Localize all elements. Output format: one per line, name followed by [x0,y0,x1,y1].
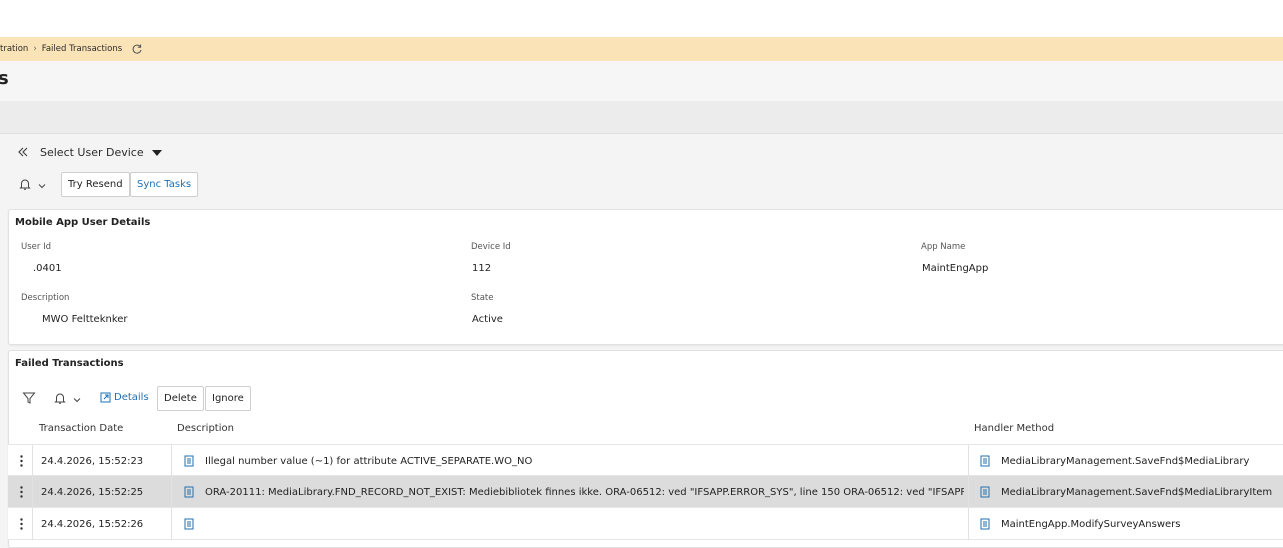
document-icon[interactable] [980,486,990,498]
top-header [0,0,1283,37]
document-icon[interactable] [980,455,990,467]
user-details-card [8,209,1283,345]
column-header-handler[interactable]: Handler Method [974,423,1054,434]
row-handler-text: MediaLibraryManagement.SaveFnd$MediaLibr… [1001,455,1250,467]
row-date: 24.4.2026, 15:52:26 [41,518,144,530]
details-icon [100,392,111,403]
details-label: Details [114,392,149,403]
row-handler: MaintEngApp.ModifySurveyAnswers [980,508,1180,540]
row-handler: MediaLibraryManagement.SaveFnd$MediaLibr… [980,445,1249,477]
user-details-title: Mobile App User Details [15,217,151,228]
row-handler: MediaLibraryManagement.SaveFnd$MediaLibr… [980,476,1272,508]
table-row-selected[interactable]: 24.4.2026, 15:52:25 ORA-20111: MediaLibr… [8,476,1283,508]
kebab-icon[interactable] [20,508,23,540]
refresh-icon[interactable] [131,43,143,55]
bell-icon[interactable] [18,177,32,191]
row-handler-text: MediaLibraryManagement.SaveFnd$MediaLibr… [1001,486,1273,498]
breadcrumb-parent[interactable]: tration [0,44,28,54]
row-description: ORA-20111: MediaLibrary.FND_RECORD_NOT_E… [184,476,964,508]
sync-tasks-button[interactable]: Sync Tasks [130,172,199,197]
device-id-value: 112 [472,263,492,274]
details-button[interactable]: Details [100,392,149,403]
bell-icon[interactable] [53,391,67,405]
description-value: MWO Feltteknker [42,314,128,325]
document-icon[interactable] [184,518,194,530]
row-description [184,508,964,540]
user-id-value: .0401 [33,263,62,274]
device-id-label: Device Id [471,242,511,252]
row-description-text: ORA-20111: MediaLibrary.FND_RECORD_NOT_E… [205,486,964,498]
delete-button[interactable]: Delete [157,386,204,411]
app-name-label: App Name [921,242,966,252]
user-id-label: User Id [21,242,51,252]
breadcrumb-separator-icon: › [33,44,37,54]
chevron-down-icon[interactable] [73,396,81,404]
column-header-date[interactable]: Transaction Date [39,423,123,434]
kebab-icon[interactable] [20,476,23,508]
column-header-description[interactable]: Description [177,423,234,434]
row-description: Illegal number value (~1) for attribute … [184,445,964,477]
document-icon[interactable] [184,455,194,467]
description-label: Description [21,293,70,303]
row-date: 24.4.2026, 15:52:23 [41,455,144,467]
state-label: State [471,293,494,303]
filter-icon[interactable] [22,391,36,405]
kebab-icon[interactable] [20,445,23,477]
device-selector-label: Select User Device [40,146,144,159]
failed-transactions-title: Failed Transactions [15,358,124,369]
ignore-button[interactable]: Ignore [205,386,251,411]
document-icon[interactable] [980,518,990,530]
page-title-bar [0,61,1283,101]
command-strip [0,101,1283,134]
row-handler-text: MaintEngApp.ModifySurveyAnswers [1001,518,1181,530]
chevron-down-icon[interactable] [38,182,46,190]
row-description-text: Illegal number value (~1) for attribute … [205,455,533,467]
state-value: Active [472,314,503,325]
page-title: s [0,68,9,89]
app-name-value: MaintEngApp [922,263,989,274]
device-selector[interactable]: Select User Device [40,146,162,159]
try-resend-button[interactable]: Try Resend [61,172,130,197]
breadcrumb-current: Failed Transactions [41,44,123,54]
row-date: 24.4.2026, 15:52:25 [41,486,144,498]
caret-down-icon [151,149,162,156]
table-row[interactable]: 24.4.2026, 15:52:23 Illegal number value… [8,444,1283,477]
table-row[interactable]: 24.4.2026, 15:52:26 MaintEngApp.ModifySu… [8,508,1283,540]
collapse-icon[interactable] [16,145,30,159]
breadcrumb: tration › Failed Transactions [0,37,1283,61]
document-icon[interactable] [184,486,194,498]
